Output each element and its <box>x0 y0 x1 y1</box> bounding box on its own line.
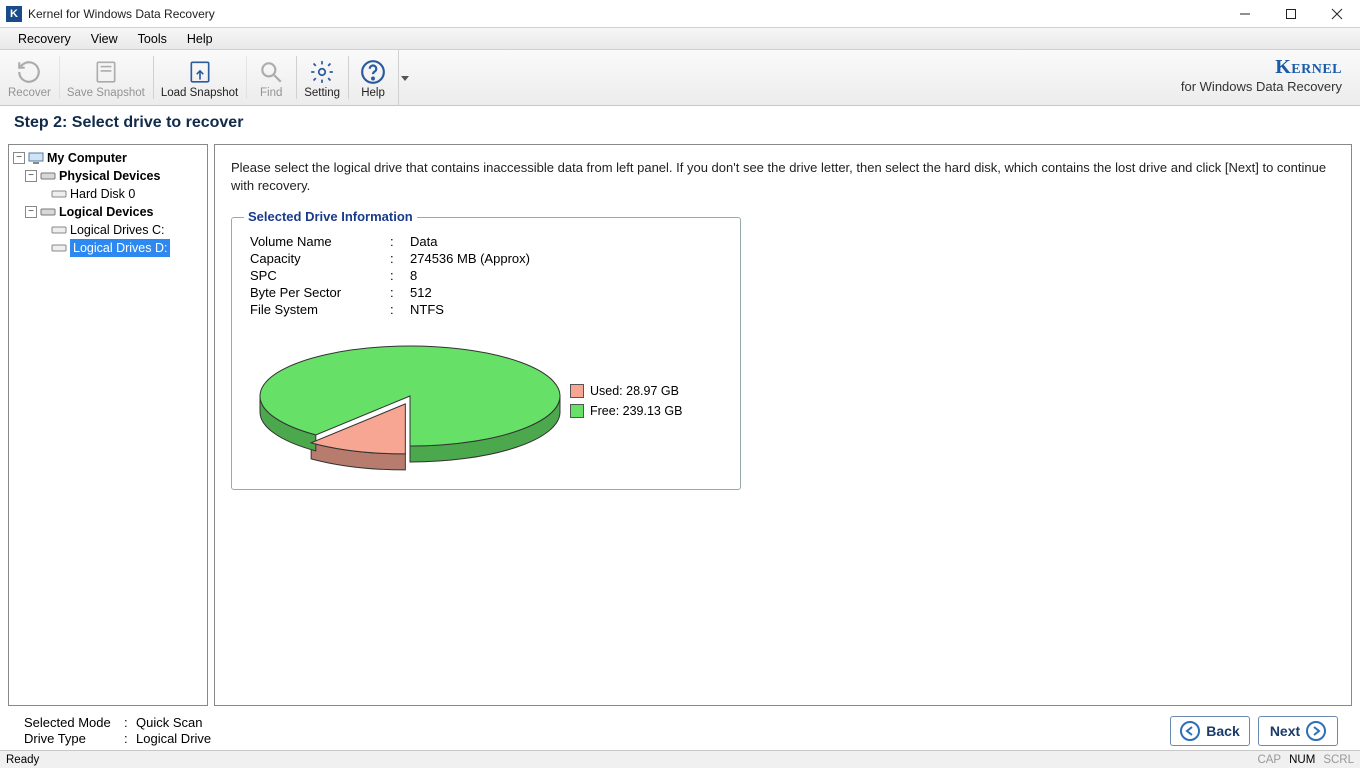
title-bar: K Kernel for Windows Data Recovery <box>0 0 1360 28</box>
tree-drive-d[interactable]: Logical Drives D: <box>11 239 205 257</box>
device-icon <box>40 206 56 218</box>
computer-icon <box>28 152 44 164</box>
tree-my-computer[interactable]: − My Computer <box>11 149 205 167</box>
maximize-button[interactable] <box>1268 0 1314 28</box>
fs-value: NTFS <box>410 302 722 317</box>
tree-drive-d-label: Logical Drives D: <box>70 239 170 257</box>
load-snapshot-label: Load Snapshot <box>161 87 238 99</box>
recover-label: Recover <box>8 87 51 99</box>
menu-view[interactable]: View <box>81 30 128 48</box>
back-button[interactable]: Back <box>1170 716 1250 746</box>
brand-subtitle: for Windows Data Recovery <box>1181 79 1342 94</box>
tree-hard-disk-0[interactable]: Hard Disk 0 <box>11 185 205 203</box>
bps-key: Byte Per Sector <box>250 285 390 300</box>
arrow-right-icon <box>1306 721 1326 741</box>
save-snapshot-icon <box>92 58 120 86</box>
fs-key: File System <box>250 302 390 317</box>
toolbar-overflow[interactable] <box>398 50 410 105</box>
selected-mode-value: Quick Scan <box>136 715 202 731</box>
help-icon <box>359 58 387 86</box>
tree-drive-c-label: Logical Drives C: <box>70 221 164 239</box>
back-label: Back <box>1206 723 1239 739</box>
drive-info-legend: Selected Drive Information <box>244 209 417 224</box>
volume-name-value: Data <box>410 234 722 249</box>
free-label: Free: 239.13 GB <box>590 404 682 418</box>
setting-label: Setting <box>304 87 340 99</box>
tree-hd0-label: Hard Disk 0 <box>70 185 135 203</box>
selected-mode-key: Selected Mode <box>24 715 124 731</box>
device-icon <box>40 170 56 182</box>
setting-button[interactable]: Setting <box>296 50 348 105</box>
content-pane: Please select the logical drive that con… <box>214 144 1352 706</box>
menu-bar: Recovery View Tools Help <box>0 28 1360 50</box>
footer: Selected Mode:Quick Scan Drive Type:Logi… <box>0 712 1360 750</box>
toolbar: Recover Save Snapshot Load Snapshot Find… <box>0 50 1360 106</box>
find-label: Find <box>260 87 282 99</box>
tree-physical-label: Physical Devices <box>59 167 160 185</box>
drive-tree-pane: − My Computer − Physical Devices Hard Di… <box>8 144 208 706</box>
collapse-icon[interactable]: − <box>25 206 37 218</box>
help-label: Help <box>361 87 385 99</box>
menu-recovery[interactable]: Recovery <box>8 30 81 48</box>
recover-button: Recover <box>0 50 59 105</box>
instruction-text: Please select the logical drive that con… <box>231 159 1335 195</box>
window-title: Kernel for Windows Data Recovery <box>28 7 215 21</box>
save-snapshot-button: Save Snapshot <box>59 50 153 105</box>
tree-drive-c[interactable]: Logical Drives C: <box>11 221 205 239</box>
app-icon: K <box>6 6 22 22</box>
status-cap: CAP <box>1257 754 1281 766</box>
brand: Kernel for Windows Data Recovery <box>1181 56 1342 94</box>
tree-my-computer-label: My Computer <box>47 149 127 167</box>
capacity-value: 274536 MB (Approx) <box>410 251 722 266</box>
spc-key: SPC <box>250 268 390 283</box>
next-button[interactable]: Next <box>1258 716 1338 746</box>
next-label: Next <box>1270 723 1300 739</box>
bps-value: 512 <box>410 285 722 300</box>
drive-type-value: Logical Drive <box>136 731 211 747</box>
capacity-key: Capacity <box>250 251 390 266</box>
minimize-button[interactable] <box>1222 0 1268 28</box>
tree-logical-devices[interactable]: − Logical Devices <box>11 203 205 221</box>
volume-name-key: Volume Name <box>250 234 390 249</box>
disk-icon <box>51 188 67 200</box>
drive-icon <box>51 242 67 254</box>
main-area: Step 2: Select drive to recover − My Com… <box>0 106 1360 712</box>
save-snapshot-label: Save Snapshot <box>67 87 145 99</box>
collapse-icon[interactable]: − <box>13 152 25 164</box>
menu-help[interactable]: Help <box>177 30 223 48</box>
status-ready: Ready <box>6 754 39 766</box>
status-num: NUM <box>1289 754 1315 766</box>
drive-info-group: Selected Drive Information Volume Name:D… <box>231 217 741 490</box>
find-button: Find <box>246 50 296 105</box>
status-bar: Ready CAP NUM SCRL <box>0 750 1360 768</box>
used-label: Used: 28.97 GB <box>590 384 679 398</box>
status-scrl: SCRL <box>1323 754 1354 766</box>
step-heading: Step 2: Select drive to recover <box>0 106 1360 144</box>
recover-icon <box>15 58 43 86</box>
tree-physical-devices[interactable]: − Physical Devices <box>11 167 205 185</box>
chart-legend: Used: 28.97 GB Free: 239.13 GB <box>570 378 682 424</box>
help-button[interactable]: Help <box>348 50 398 105</box>
load-snapshot-icon <box>186 58 214 86</box>
free-swatch <box>570 404 584 418</box>
usage-pie-chart <box>250 331 570 471</box>
spc-value: 8 <box>410 268 722 283</box>
arrow-left-icon <box>1180 721 1200 741</box>
gear-icon <box>308 58 336 86</box>
tree-logical-label: Logical Devices <box>59 203 154 221</box>
close-button[interactable] <box>1314 0 1360 28</box>
brand-name: Kernel <box>1181 56 1342 79</box>
collapse-icon[interactable]: − <box>25 170 37 182</box>
drive-icon <box>51 224 67 236</box>
find-icon <box>257 58 285 86</box>
menu-tools[interactable]: Tools <box>128 30 177 48</box>
footer-info: Selected Mode:Quick Scan Drive Type:Logi… <box>0 715 211 747</box>
load-snapshot-button[interactable]: Load Snapshot <box>153 50 246 105</box>
used-swatch <box>570 384 584 398</box>
drive-type-key: Drive Type <box>24 731 124 747</box>
